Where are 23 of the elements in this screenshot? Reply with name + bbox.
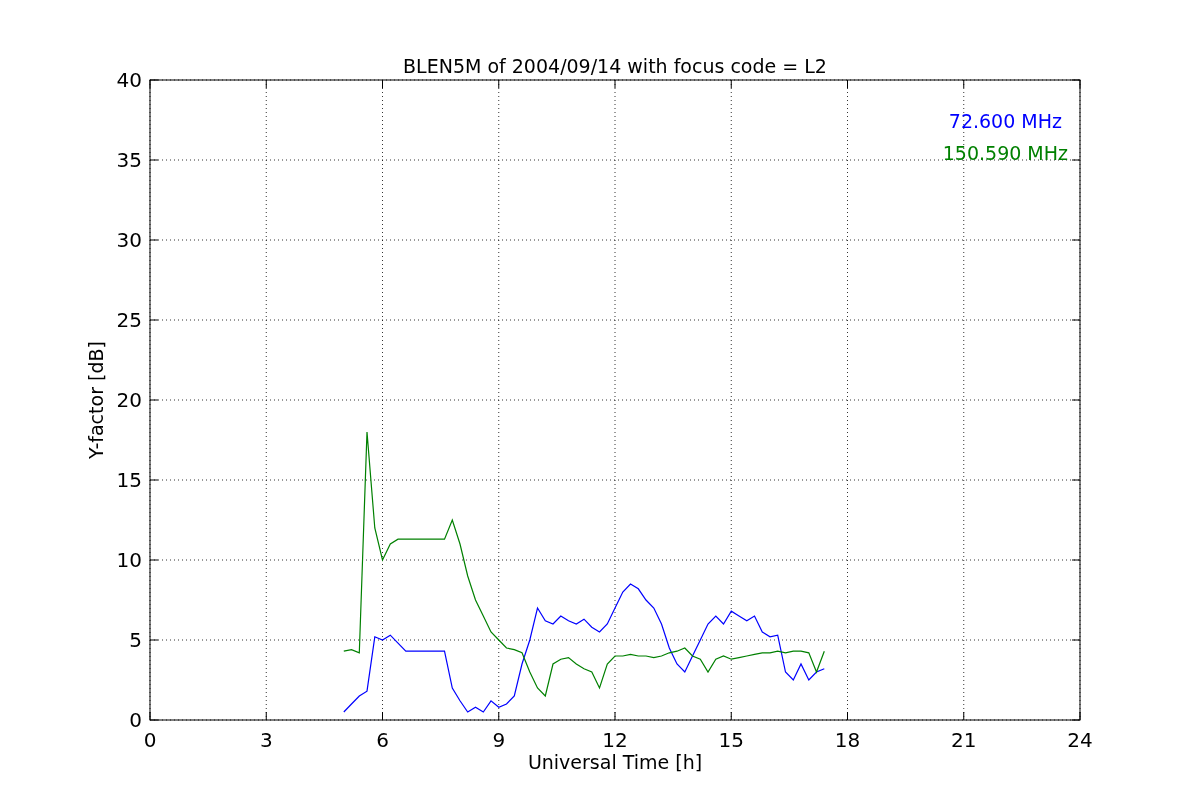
x-tick-label: 18 <box>834 728 861 752</box>
x-tick-label: 9 <box>492 728 506 752</box>
legend-label: 72.600 MHz <box>948 110 1062 132</box>
x-axis-label: Universal Time [h] <box>527 751 703 773</box>
x-tick-label: 21 <box>951 728 977 752</box>
y-tick-label: 35 <box>116 148 142 172</box>
x-tick-label: 3 <box>259 728 273 752</box>
y-axis-label: Y-factor [dB] <box>85 341 107 459</box>
x-tick-label: 15 <box>718 728 744 752</box>
y-tick-label: 5 <box>129 628 142 652</box>
x-tick-label: 24 <box>1067 728 1093 752</box>
legend-label: 150.590 MHz <box>942 142 1068 164</box>
chart-title: BLEN5M of 2004/09/14 with focus code = L2 <box>403 55 827 77</box>
x-tick-label: 6 <box>376 728 389 752</box>
y-tick-label: 25 <box>116 308 142 332</box>
y-tick-label: 20 <box>116 388 142 412</box>
y-tick-label: 0 <box>129 708 142 732</box>
y-tick-label: 10 <box>116 548 142 572</box>
y-tick-label: 40 <box>116 68 142 92</box>
y-tick-label: 30 <box>116 228 142 252</box>
y-tick-label: 15 <box>116 468 142 492</box>
x-tick-label: 0 <box>143 728 157 752</box>
x-tick-label: 12 <box>602 728 628 752</box>
